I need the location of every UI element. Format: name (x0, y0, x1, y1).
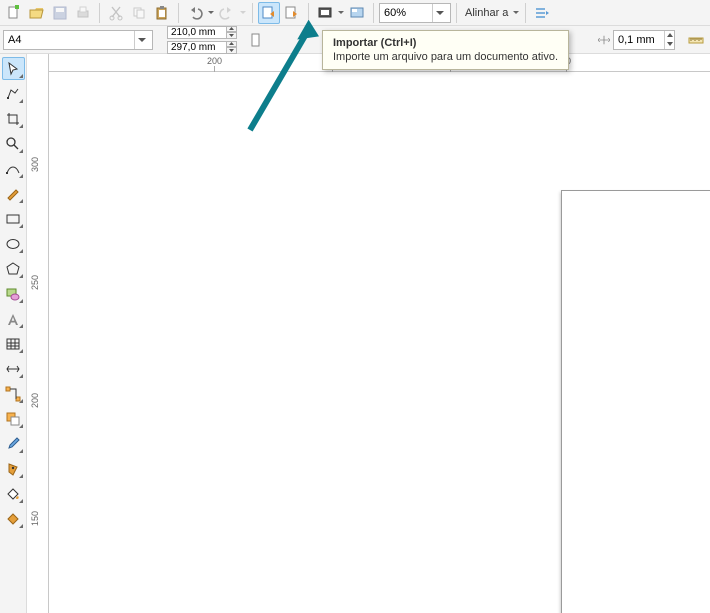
open-button[interactable] (26, 2, 48, 24)
page-width-spinner[interactable] (227, 26, 237, 39)
standard-toolbar: Alinhar a (0, 0, 710, 26)
ruler-v-label: 150 (30, 508, 40, 526)
copy-button[interactable] (128, 2, 150, 24)
page-preset-combo[interactable] (3, 30, 153, 50)
units-button[interactable] (685, 29, 707, 51)
paste-button[interactable] (151, 2, 173, 24)
fill-tool[interactable] (2, 482, 25, 505)
separator (308, 3, 309, 23)
outline-input[interactable] (614, 31, 664, 49)
basic-shapes-tool[interactable] (2, 282, 25, 305)
redo-dropdown[interactable] (239, 10, 247, 16)
page-rect (561, 190, 710, 613)
drawing-canvas[interactable] (49, 72, 710, 613)
ruler-v-label: 250 (30, 272, 40, 290)
tooltip-title: Importar (Ctrl+I) (333, 37, 558, 49)
outline-pen-tool[interactable] (2, 457, 25, 480)
align-dropdown[interactable] (512, 10, 520, 16)
save-button[interactable] (49, 2, 71, 24)
page-dimensions-group (167, 26, 237, 54)
zoom-combo-caret[interactable] (432, 4, 446, 22)
canvas-area: 200 150 100 50 (49, 54, 710, 613)
interactive-effects-tool[interactable] (2, 407, 25, 430)
polygon-tool[interactable] (2, 257, 25, 280)
dimension-tool[interactable] (2, 357, 25, 380)
eyedropper-tool[interactable] (2, 432, 25, 455)
import-button[interactable] (258, 2, 280, 24)
undo-dropdown[interactable] (207, 10, 215, 16)
options-button[interactable] (531, 2, 553, 24)
ruler-v-label: 300 (30, 154, 40, 172)
separator (252, 3, 253, 23)
separator (99, 3, 100, 23)
ellipse-tool[interactable] (2, 232, 25, 255)
zoom-tool[interactable] (2, 132, 25, 155)
toolbox (0, 54, 27, 613)
page-height-input[interactable] (167, 41, 227, 54)
text-tool[interactable] (2, 307, 25, 330)
align-label: Alinhar a (465, 7, 508, 19)
export-button[interactable] (281, 2, 303, 24)
separator (456, 3, 457, 23)
separator (525, 3, 526, 23)
undo-button[interactable] (184, 2, 206, 24)
import-tooltip: Importar (Ctrl+I) Importe um arquivo par… (322, 30, 569, 70)
vertical-ruler: 300 250 200 150 (27, 54, 49, 613)
connector-tool[interactable] (2, 382, 25, 405)
zoom-combo[interactable] (379, 3, 451, 23)
outline-spinner[interactable] (664, 31, 674, 49)
ruler-v-label: 200 (30, 390, 40, 408)
zoom-input[interactable] (380, 4, 432, 22)
main-area: 300 250 200 150 200 150 100 50 (0, 54, 710, 613)
publish-button[interactable] (346, 2, 368, 24)
tooltip-desc: Importe um arquivo para um documento ati… (333, 51, 558, 63)
print-button[interactable] (72, 2, 94, 24)
fullscreen-preview-button[interactable] (314, 2, 336, 24)
artistic-media-tool[interactable] (2, 182, 25, 205)
new-button[interactable] (3, 2, 25, 24)
page-height-spinner[interactable] (227, 41, 237, 54)
table-tool[interactable] (2, 332, 25, 355)
shape-tool[interactable] (2, 82, 25, 105)
fullscreen-dropdown[interactable] (337, 10, 345, 16)
ruler-h-label: 200 (207, 56, 222, 66)
pick-tool[interactable] (2, 57, 25, 80)
page-preset-input[interactable] (4, 31, 134, 49)
cut-button[interactable] (105, 2, 127, 24)
page-preset-caret[interactable] (134, 31, 148, 49)
outline-icon (597, 33, 611, 47)
rectangle-tool[interactable] (2, 207, 25, 230)
freehand-tool[interactable] (2, 157, 25, 180)
portrait-button[interactable] (245, 29, 267, 51)
interactive-fill-tool[interactable] (2, 507, 25, 530)
outline-group (597, 30, 675, 50)
page-width-input[interactable] (167, 26, 227, 39)
separator (178, 3, 179, 23)
separator (373, 3, 374, 23)
redo-button[interactable] (216, 2, 238, 24)
crop-tool[interactable] (2, 107, 25, 130)
